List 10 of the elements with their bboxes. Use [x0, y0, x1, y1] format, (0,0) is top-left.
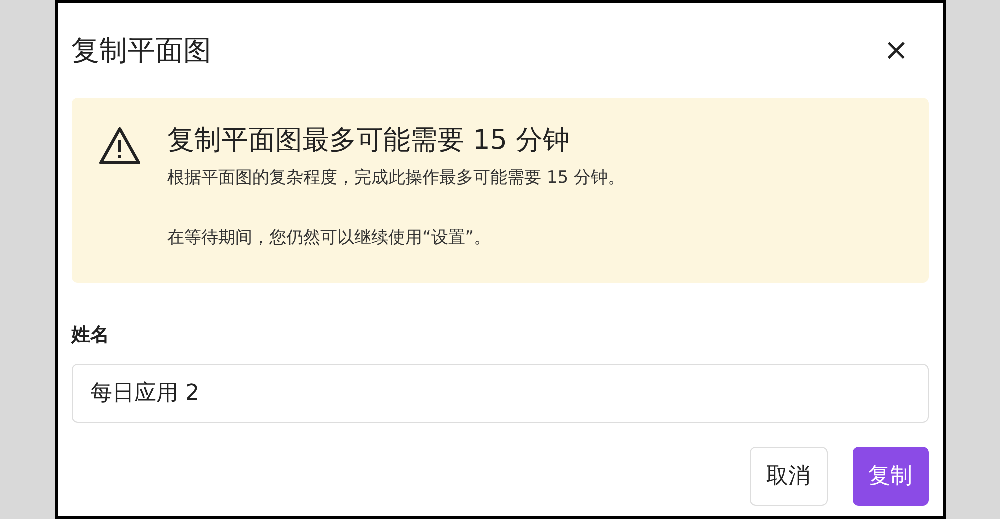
warning-heading: 复制平面图最多可能需要 15 分钟	[168, 124, 572, 158]
field-label: 姓名	[72, 323, 110, 348]
warning-text: 在等待期间，您仍然可以继续使用“设置”。	[168, 226, 492, 250]
warning-text: 根据平面图的复杂程度，完成此操作最多可能需要 15 分钟。	[168, 167, 625, 190]
dialog-title: 复制平面图	[72, 32, 212, 68]
warning-icon	[98, 126, 142, 166]
cancel-button[interactable]: 取消	[750, 446, 828, 506]
name-field[interactable]: 每日应用 2	[72, 364, 928, 422]
close-button[interactable]: ×	[876, 30, 916, 70]
copy-button[interactable]: 复制	[852, 446, 928, 506]
